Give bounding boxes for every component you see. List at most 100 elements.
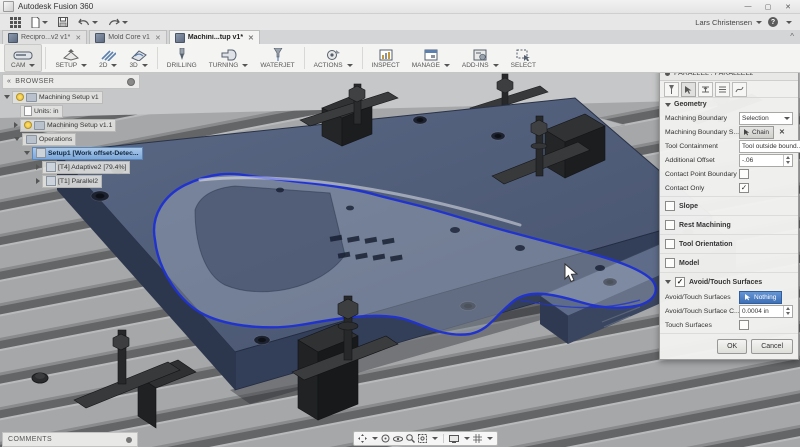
rest-machining-group[interactable]: Rest Machining xyxy=(660,217,798,233)
apps-grid-icon[interactable] xyxy=(10,17,21,28)
comments-bar[interactable]: COMMENTS xyxy=(2,432,138,447)
chain-selection-chip[interactable]: Chain xyxy=(739,126,774,139)
chevron-down-icon xyxy=(464,437,470,440)
tool-containment-select[interactable]: Tool outside bound... xyxy=(739,140,800,153)
browser-item-design[interactable]: Machining Setup v1.1 xyxy=(14,119,170,131)
geometry-section-header[interactable]: Geometry xyxy=(660,98,798,111)
ribbon-setup[interactable]: SETUP xyxy=(49,45,93,71)
avoid-touch-nothing-button[interactable]: Nothing xyxy=(739,291,782,304)
maximize-button[interactable]: ▢ xyxy=(761,3,775,11)
ribbon-inspect[interactable]: INSPECT xyxy=(366,45,406,71)
chevron-down-icon xyxy=(122,21,128,24)
ribbon-addins[interactable]: ADD-INS xyxy=(456,45,505,71)
collapse-panel-icon[interactable]: « xyxy=(7,78,11,85)
user-menu[interactable]: Lars Christensen xyxy=(695,18,762,27)
doc-tab-1[interactable]: Recipro...v2 v1* ✕ xyxy=(2,30,87,44)
display-settings-icon[interactable] xyxy=(449,435,459,443)
close-tab-icon[interactable]: ✕ xyxy=(75,34,81,42)
look-at-icon[interactable] xyxy=(393,435,403,443)
avoid-touch-checkbox[interactable]: ✓ xyxy=(675,277,685,287)
orbit-icon[interactable] xyxy=(381,434,390,443)
close-tab-icon[interactable]: ✕ xyxy=(248,34,254,42)
contact-only-checkbox[interactable]: ✓ xyxy=(739,183,749,193)
ribbon-waterjet[interactable]: WATERJET xyxy=(254,45,300,71)
setup-icon xyxy=(62,48,80,61)
machining-boundary-row: Machining Boundary Selection xyxy=(660,111,798,125)
chevron-down-icon xyxy=(111,64,117,67)
browser-item-units[interactable]: Units: in xyxy=(20,105,170,117)
ribbon-cam[interactable]: CAM xyxy=(4,44,42,72)
doc-tab-2[interactable]: Mold Core v1 ✕ xyxy=(89,30,167,44)
fit-icon[interactable] xyxy=(418,434,427,443)
browser-item-setup1[interactable]: Setup1 [Work offset-Detec... xyxy=(24,147,170,159)
user-name: Lars Christensen xyxy=(695,18,752,27)
ribbon-turning[interactable]: TURNING xyxy=(203,45,255,71)
redo-icon[interactable] xyxy=(108,18,128,27)
slope-checkbox[interactable] xyxy=(665,201,675,211)
browser-item-operations[interactable]: Operations xyxy=(14,133,170,145)
gear-icon[interactable] xyxy=(127,78,135,86)
model-group[interactable]: Model xyxy=(660,255,798,271)
chevron-down-icon xyxy=(444,64,450,67)
undo-icon[interactable] xyxy=(78,18,98,27)
touch-surfaces-checkbox[interactable] xyxy=(739,320,749,330)
chevron-down-icon[interactable] xyxy=(24,151,30,155)
browser-item-adaptive2[interactable]: [T4] Adaptive2 [79.4%] xyxy=(36,161,170,173)
waterjet-icon xyxy=(272,48,284,61)
slope-group[interactable]: Slope xyxy=(660,198,798,214)
grid-settings-icon[interactable] xyxy=(473,434,482,443)
tool-orientation-group[interactable]: Tool Orientation xyxy=(660,236,798,252)
touch-surfaces-row: Touch Surfaces xyxy=(660,318,798,332)
cancel-button[interactable]: Cancel xyxy=(751,339,793,354)
passes-tab-icon[interactable] xyxy=(715,82,730,97)
close-button[interactable]: ✕ xyxy=(781,3,795,11)
tool-tab-icon[interactable] xyxy=(664,82,679,97)
minimize-button[interactable]: — xyxy=(741,3,755,11)
heights-tab-icon[interactable] xyxy=(698,82,713,97)
toolpath-icon xyxy=(46,162,56,172)
collapse-toolbar-icon[interactable]: ^ xyxy=(790,32,794,41)
additional-offset-input[interactable]: -.06 xyxy=(739,154,793,167)
pan-icon[interactable] xyxy=(358,434,367,443)
visibility-bulb-icon[interactable] xyxy=(24,121,32,129)
bolt-left xyxy=(32,373,48,383)
rest-machining-checkbox[interactable] xyxy=(665,220,675,230)
chevron-down-icon[interactable] xyxy=(4,95,10,99)
spinner-arrows[interactable] xyxy=(783,155,792,166)
ribbon-manage[interactable]: MANAGE xyxy=(406,45,456,71)
ribbon-2d[interactable]: 2D xyxy=(93,45,123,71)
machining-boundary-select[interactable]: Selection xyxy=(739,112,793,125)
visibility-bulb-icon[interactable] xyxy=(16,93,24,101)
chevron-right-icon[interactable] xyxy=(36,178,40,184)
file-menu-icon[interactable] xyxy=(31,17,48,28)
chevron-right-icon[interactable] xyxy=(36,164,40,170)
zoom-icon[interactable] xyxy=(406,434,415,443)
geometry-tab-icon[interactable] xyxy=(681,82,696,97)
help-button[interactable]: ? xyxy=(768,17,778,27)
ribbon-select[interactable]: SELECT xyxy=(505,45,542,71)
ribbon-drilling[interactable]: DRILLING xyxy=(161,45,203,71)
avoid-touch-clearance-input[interactable]: 0.0004 in xyxy=(739,305,793,318)
browser-header[interactable]: « BROWSER xyxy=(2,74,140,89)
contact-only-row: Contact Only ✓ xyxy=(660,181,798,195)
model-checkbox[interactable] xyxy=(665,258,675,268)
spinner-arrows[interactable] xyxy=(783,306,792,317)
browser-item-root[interactable]: Machining Setup v1 xyxy=(4,91,170,103)
turning-icon xyxy=(221,48,237,61)
chevron-right-icon[interactable] xyxy=(14,122,18,128)
ribbon-3d[interactable]: 3D xyxy=(123,45,153,71)
browser-item-parallel2[interactable]: [T1] Parallel2 xyxy=(36,175,170,187)
avoid-touch-section-header[interactable]: ✓ Avoid/Touch Surfaces xyxy=(660,274,798,290)
chevron-down-icon xyxy=(42,21,48,24)
doc-tab-3-active[interactable]: Machini...tup v1* ✕ xyxy=(169,30,260,44)
ribbon-actions[interactable]: ACTIONS xyxy=(308,45,359,71)
chevron-down-icon xyxy=(665,103,671,107)
linking-tab-icon[interactable] xyxy=(732,82,747,97)
ok-button[interactable]: OK xyxy=(717,339,747,354)
chevron-down-icon[interactable] xyxy=(14,137,20,141)
contact-point-boundary-checkbox[interactable] xyxy=(739,169,749,179)
save-icon[interactable] xyxy=(58,17,68,27)
close-tab-icon[interactable]: ✕ xyxy=(155,34,161,42)
tool-orientation-checkbox[interactable] xyxy=(665,239,675,249)
clear-selection-icon[interactable]: ✕ xyxy=(779,128,785,136)
